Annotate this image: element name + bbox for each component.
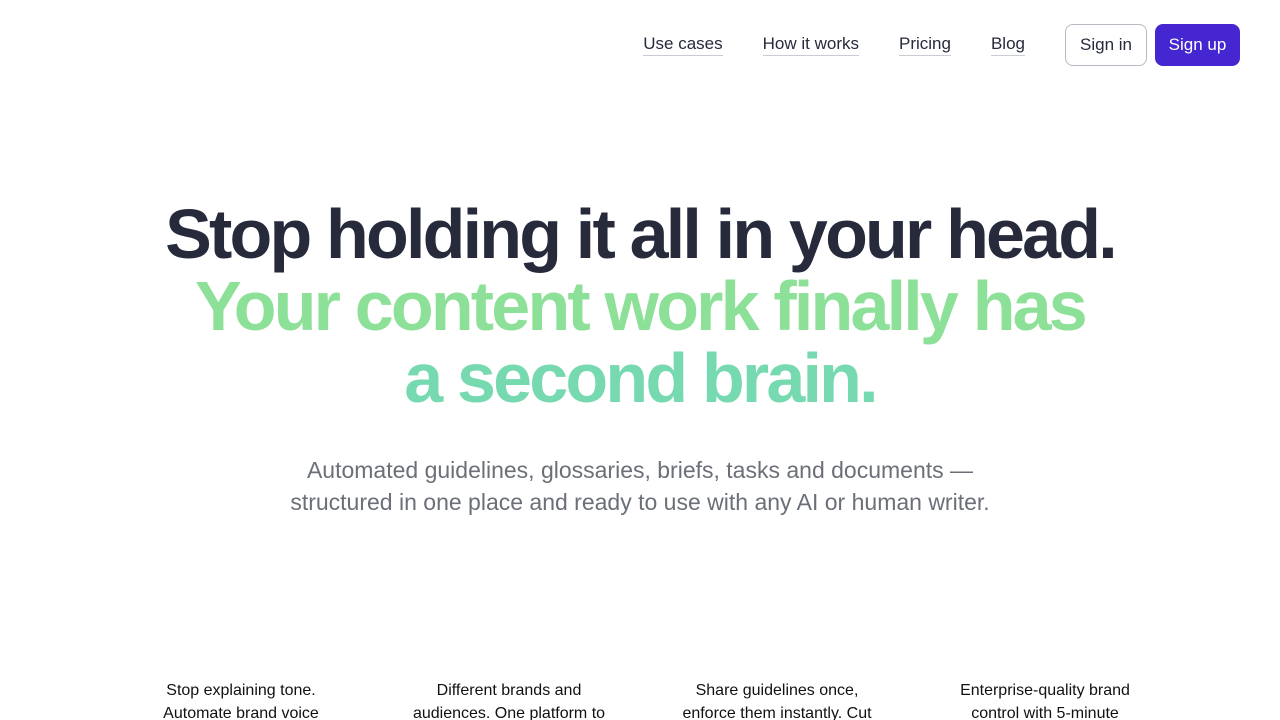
hero-headline-line-1: Stop holding it all in your head. [165,195,1118,273]
landing-page: Use cases How it works Pricing Blog Sign… [0,0,1280,720]
feature-list: Stop explaining tone. Automate brand voi… [107,679,1179,720]
hero-subtitle-line-1: Automated guidelines, glossaries, briefs… [306,457,974,483]
hero-subtitle-line-2: structured in one place and ready to use… [290,489,990,515]
feature-item-share-guidelines: Share guidelines once, enforce them inst… [682,682,872,720]
sign-in-button[interactable]: Sign in [1065,24,1147,66]
nav-link-blog[interactable]: Blog [990,34,1025,56]
nav-links: Use cases How it works Pricing Blog [643,34,1025,56]
hero-subtitle: Automated guidelines, glossaries, briefs… [0,454,1280,518]
feature-item-brand-voice: Stop explaining tone. Automate brand voi… [163,682,319,720]
sign-up-button[interactable]: Sign up [1155,24,1240,66]
feature-item-enterprise-control: Enterprise-quality brand control with 5-… [960,682,1130,720]
top-navigation: Use cases How it works Pricing Blog Sign… [643,24,1240,66]
hero-headline: Stop holding it all in your head. Your c… [0,198,1280,414]
nav-link-how-it-works[interactable]: How it works [762,34,859,56]
nav-link-pricing[interactable]: Pricing [899,34,951,56]
hero-headline-line-2: Your content work finally has [195,267,1088,345]
feature-item-brands-audiences: Different brands and audiences. One plat… [412,682,606,720]
hero-headline-line-3: a second brain. [404,339,878,417]
nav-link-use-cases[interactable]: Use cases [643,34,723,56]
